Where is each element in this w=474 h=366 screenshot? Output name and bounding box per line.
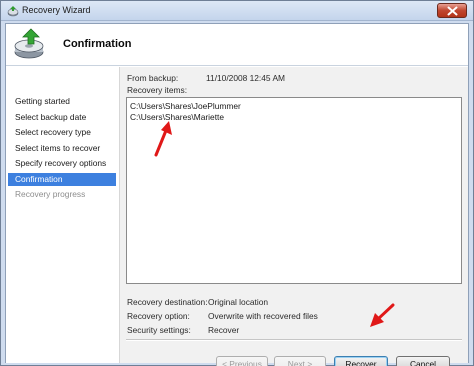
recovery-items-label: Recovery items:: [127, 85, 188, 95]
window-title: Recovery Wizard: [22, 5, 91, 15]
sidebar-item-select-backup-date[interactable]: Select backup date: [8, 111, 116, 124]
wizard-steps-sidebar: Getting started Select backup date Selec…: [6, 67, 119, 363]
recovery-option-value: Overwrite with recovered files: [208, 311, 318, 321]
page-title: Confirmation: [63, 38, 132, 50]
wizard-client-area: Confirmation Getting started Select back…: [5, 23, 469, 366]
sidebar-item-recovery-progress: Recovery progress: [15, 189, 86, 199]
annotation-arrow-icon: [154, 121, 172, 157]
title-bar[interactable]: Recovery Wizard: [1, 1, 473, 21]
close-button[interactable]: [437, 3, 467, 18]
sidebar-item-specify-recovery-options[interactable]: Specify recovery options: [8, 157, 116, 170]
list-item[interactable]: C:\Users\Shares\Mariette: [130, 112, 224, 122]
backup-drive-icon: [7, 6, 19, 17]
next-button[interactable]: Next >: [274, 356, 326, 366]
recovery-disk-icon: [14, 28, 44, 59]
close-icon: [447, 6, 458, 16]
from-backup-label: From backup:: [127, 73, 179, 83]
wizard-header: Confirmation: [6, 24, 468, 66]
recovery-wizard-window: Recovery Wizard Confirmation Getting sta…: [0, 0, 474, 366]
sidebar-item-confirmation[interactable]: Confirmation: [8, 173, 116, 186]
annotation-arrow-icon: [370, 303, 395, 327]
security-settings-value: Recover: [208, 325, 240, 335]
cancel-button[interactable]: Cancel: [396, 356, 450, 366]
recover-button[interactable]: Recover: [334, 356, 388, 366]
security-settings-label: Security settings:: [127, 325, 191, 335]
recovery-destination-value: Original location: [208, 297, 269, 307]
previous-button[interactable]: < Previous: [216, 356, 268, 366]
recovery-option-label: Recovery option:: [127, 311, 190, 321]
from-backup-value: 11/10/2008 12:45 AM: [206, 73, 286, 83]
button-divider: [126, 339, 462, 341]
sidebar-item-select-items-to-recover[interactable]: Select items to recover: [8, 142, 116, 155]
sidebar-item-select-recovery-type[interactable]: Select recovery type: [8, 126, 116, 139]
sidebar-item-getting-started[interactable]: Getting started: [8, 95, 116, 108]
confirmation-panel: From backup: 11/10/2008 12:45 AM Recover…: [119, 67, 468, 366]
recovery-destination-label: Recovery destination:: [127, 297, 208, 307]
list-item[interactable]: C:\Users\Shares\JoePlummer: [130, 101, 241, 111]
